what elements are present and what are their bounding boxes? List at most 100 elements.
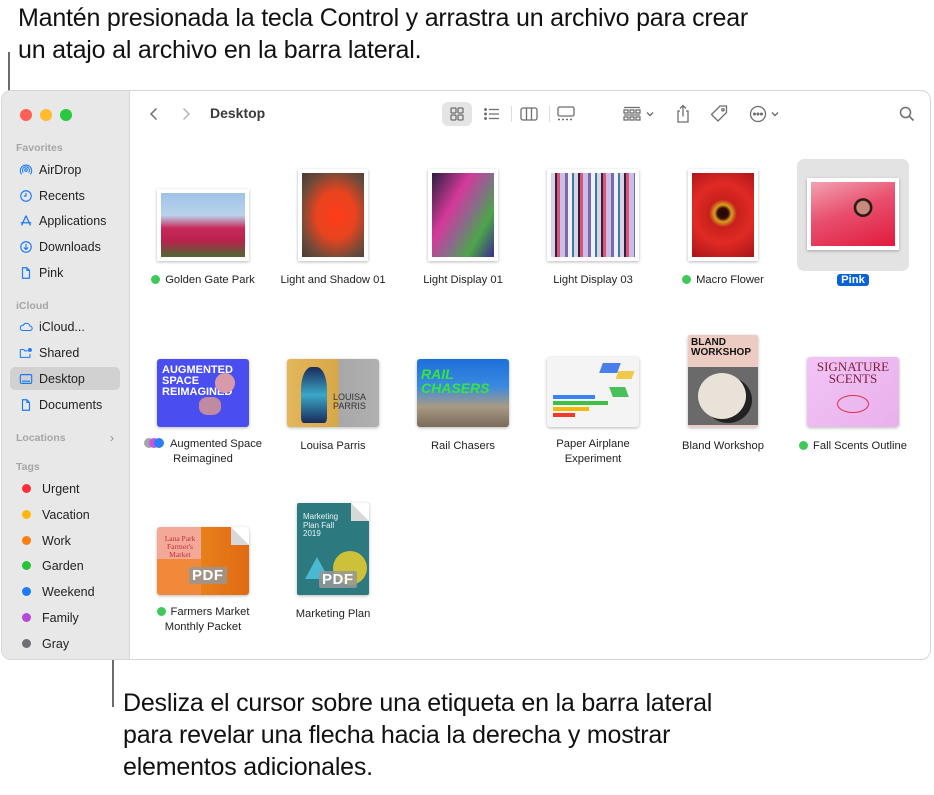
sidebar-tag-weekend[interactable]: Weekend: [10, 580, 120, 603]
window-title: Desktop: [210, 105, 266, 121]
file-item[interactable]: Light Display 03: [528, 150, 658, 288]
sidebar-item-label: Pink: [39, 265, 64, 280]
chevron-right-icon[interactable]: ›: [110, 431, 114, 445]
sidebar-tag-work[interactable]: Work: [10, 529, 120, 552]
file-item[interactable]: Golden Gate Park: [138, 150, 268, 288]
multiple-tags-icon: [143, 438, 166, 448]
thumbnail-title: LOUISA PARRIS: [333, 392, 366, 411]
cloud-icon: [18, 319, 33, 334]
sidebar-tag-family[interactable]: Family: [10, 606, 120, 629]
sidebar-item-label: Vacation: [42, 507, 90, 522]
sidebar-item-label: AirDrop: [39, 162, 82, 177]
grid-icon: [450, 107, 464, 121]
file-thumbnail: RAIL CHASERS: [417, 359, 509, 427]
tag-color-dot: [22, 510, 31, 519]
sidebar-tag-gray[interactable]: Gray: [10, 632, 120, 655]
thumbnail-title: SIGNATURE SCENTS: [816, 359, 890, 386]
applications-icon: [18, 213, 33, 228]
gallery-icon: [557, 106, 575, 121]
sidebar-item-applications[interactable]: Applications: [10, 209, 120, 232]
file-item[interactable]: Light and Shadow 01: [268, 150, 398, 288]
file-item[interactable]: Marketing Plan Fall 2019 PDF Marketing P…: [268, 484, 398, 622]
search-button[interactable]: [896, 102, 918, 126]
sidebar-tag-urgent[interactable]: Urgent: [10, 477, 120, 500]
file-item-selected[interactable]: Pink: [788, 150, 918, 288]
share-icon: [677, 104, 689, 123]
chevron-down-icon: [771, 112, 778, 117]
locations-header[interactable]: Locations: [16, 432, 66, 444]
gallery-view-button[interactable]: [552, 102, 580, 126]
minimize-button[interactable]: [40, 109, 52, 121]
sidebar-tag-vacation[interactable]: Vacation: [10, 503, 120, 526]
close-button[interactable]: [20, 109, 32, 121]
callout-sidebar-shortcut: Mantén presionada la tecla Control y arr…: [18, 4, 749, 64]
icon-view-button[interactable]: [442, 102, 472, 126]
document-icon: [18, 265, 33, 280]
file-item[interactable]: Macro Flower: [658, 150, 788, 288]
sidebar-item-airdrop[interactable]: AirDrop: [10, 158, 120, 181]
file-item[interactable]: LOUISA PARRIS Louisa Parris: [268, 316, 398, 454]
sidebar-item-pink[interactable]: Pink: [10, 261, 120, 284]
group-by-button[interactable]: [620, 102, 658, 126]
favorites-header: Favorites: [16, 142, 63, 154]
file-thumbnail: SIGNATURE SCENTS: [807, 357, 899, 427]
sidebar-item-documents[interactable]: Documents: [10, 393, 120, 416]
sidebar-item-label: Urgent: [42, 481, 80, 496]
tag-color-dot: [22, 613, 31, 622]
chevron-right-icon: [182, 107, 191, 121]
tag-dot: [682, 275, 692, 284]
shared-folder-icon: [18, 345, 33, 360]
tag-dot: [156, 607, 166, 616]
column-view-button[interactable]: [515, 102, 543, 126]
file-item[interactable]: RAIL CHASERS Rail Chasers: [398, 316, 528, 454]
file-item[interactable]: BLAND WORKSHOP Bland Workshop: [658, 316, 788, 454]
group-icon: [623, 106, 641, 121]
ellipsis-circle-icon: [749, 105, 766, 123]
sidebar-item-label: Shared: [39, 345, 80, 360]
airdrop-icon: [18, 162, 33, 177]
sidebar-item-desktop[interactable]: Desktop: [10, 367, 120, 390]
file-name: Louisa Parris: [300, 440, 366, 452]
file-thumbnail: AUGMENTED SPACE REIMAGINED: [157, 359, 249, 427]
sidebar-item-label: iCloud...: [39, 319, 85, 334]
file-thumbnail: [547, 357, 639, 427]
file-name: Paper Airplane Experiment: [556, 438, 630, 465]
sidebar-item-label: Work: [42, 533, 71, 548]
toolbar-divider: [511, 106, 512, 122]
file-name: Light and Shadow 01: [280, 274, 386, 286]
back-button[interactable]: [144, 102, 164, 126]
share-button[interactable]: [672, 102, 694, 126]
columns-icon: [520, 107, 538, 121]
sidebar-item-icloud-drive[interactable]: iCloud...: [10, 315, 120, 338]
tag-dot: [799, 441, 809, 450]
chevron-left-icon: [149, 107, 158, 121]
sidebar-item-shared[interactable]: Shared: [10, 341, 120, 364]
file-item[interactable]: SIGNATURE SCENTS Fall Scents Outline: [788, 316, 918, 454]
toolbar-divider: [549, 106, 550, 122]
list-view-button[interactable]: [478, 102, 506, 126]
tag-dot: [151, 275, 161, 284]
file-item[interactable]: Paper Airplane Experiment: [528, 316, 658, 467]
more-actions-button[interactable]: [746, 102, 782, 126]
thumbnail-title: RAIL CHASERS: [421, 366, 490, 396]
icloud-header: iCloud: [16, 300, 49, 312]
chevron-down-icon: [646, 112, 654, 117]
sidebar-item-downloads[interactable]: Downloads: [10, 235, 120, 258]
file-item[interactable]: Light Display 01: [398, 150, 528, 288]
file-item[interactable]: Lana Park Farmer's Market PDF Farmers Ma…: [138, 484, 268, 635]
zoom-button[interactable]: [60, 109, 72, 121]
document-icon: [18, 397, 33, 412]
sidebar-item-label: Desktop: [39, 371, 85, 386]
tags-button[interactable]: [707, 102, 731, 126]
window-controls: [20, 109, 72, 121]
forward-button[interactable]: [176, 102, 196, 126]
sidebar-item-recents[interactable]: Recents: [10, 184, 120, 207]
sidebar-item-label: Weekend: [42, 584, 95, 599]
file-thumbnail: Marketing Plan Fall 2019 PDF: [297, 503, 369, 595]
sidebar-tag-garden[interactable]: Garden: [10, 554, 120, 577]
desktop-icon: [18, 371, 33, 386]
file-name: Fall Scents Outline: [813, 440, 907, 452]
sidebar: Favorites AirDrop Recents Applications D…: [2, 91, 130, 659]
tag-color-dot: [22, 561, 31, 570]
file-item[interactable]: AUGMENTED SPACE REIMAGINED Augmented Spa…: [138, 316, 268, 467]
